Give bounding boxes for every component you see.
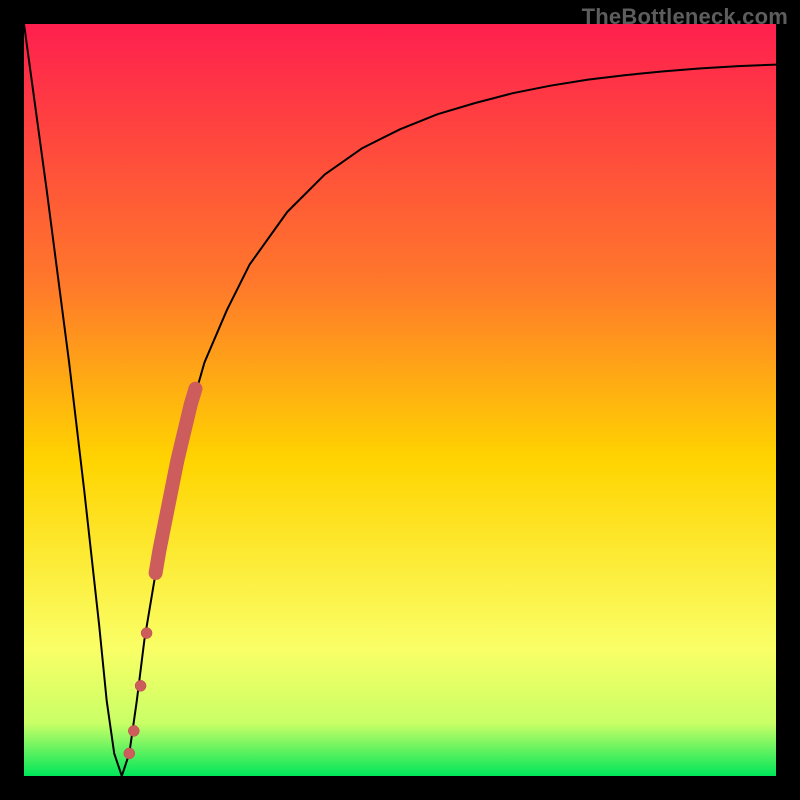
chart-svg (24, 24, 776, 776)
watermark-text: TheBottleneck.com (582, 4, 788, 30)
chart-frame: TheBottleneck.com (0, 0, 800, 800)
gradient-background (24, 24, 776, 776)
plot-area (24, 24, 776, 776)
near-min-dot (128, 725, 139, 736)
near-min-dot (124, 748, 135, 759)
near-min-dot (135, 680, 146, 691)
near-min-dot (141, 628, 152, 639)
